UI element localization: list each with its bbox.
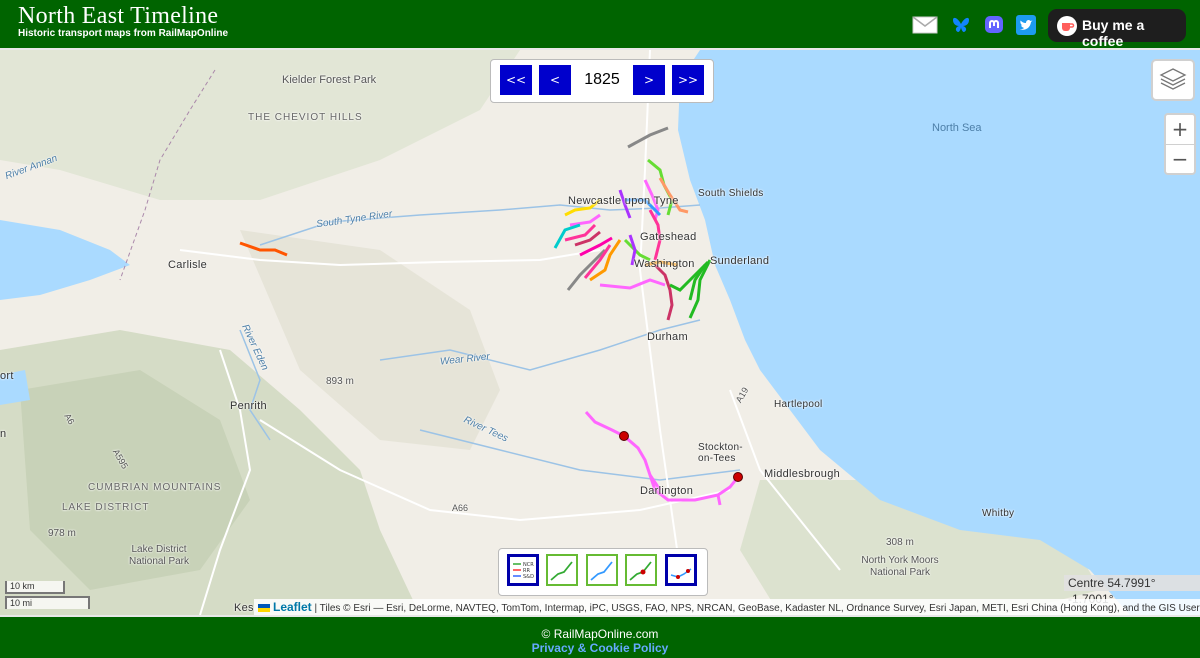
label-middlesbrough: Middlesbrough xyxy=(764,468,841,480)
line-chart-blue-button[interactable] xyxy=(586,554,618,586)
label-cheviot-hills: THE CHEVIOT HILLS xyxy=(248,112,363,123)
label-carlisle: Carlisle xyxy=(168,259,208,271)
label-peak-978: 978 m xyxy=(48,528,76,539)
line-chart-station-button[interactable] xyxy=(625,554,657,586)
privacy-link[interactable]: Privacy & Cookie Policy xyxy=(0,641,1200,655)
scale-km: 10 km xyxy=(5,581,65,594)
first-year-button[interactable]: << xyxy=(500,65,532,95)
year-control: << < 1825 > >> xyxy=(490,59,714,103)
label-edge-port: ort xyxy=(0,370,14,382)
legend-chart-button[interactable]: NCR RR S&D xyxy=(507,554,539,586)
last-year-button[interactable]: >> xyxy=(672,65,704,95)
zoom-in-button[interactable]: + xyxy=(1166,115,1194,145)
label-edge-n: n xyxy=(0,428,7,440)
site-subtitle: Historic transport maps from RailMapOnli… xyxy=(18,28,229,39)
label-edge-kes: Kes xyxy=(234,602,254,614)
label-north-york-moors: North York Moors National Park xyxy=(861,555,939,578)
label-hartlepool: Hartlepool xyxy=(774,399,823,410)
tiles-attribution: | Tiles © Esri — Esri, DeLorme, NAVTEQ, … xyxy=(311,603,1200,614)
site-header: North East Timeline Historic transport m… xyxy=(0,0,1200,50)
zoom-control: + − xyxy=(1164,113,1196,175)
mail-icon[interactable] xyxy=(912,14,938,36)
label-darlington: Darlington xyxy=(640,485,694,497)
scale-mi: 10 mi xyxy=(5,596,90,609)
label-road-a66: A66 xyxy=(452,503,469,513)
zoom-out-button[interactable]: − xyxy=(1166,145,1194,174)
map-attribution: Leaflet | Tiles © Esri — Esri, DeLorme, … xyxy=(254,599,1200,615)
basemap xyxy=(0,50,1200,615)
label-gateshead: Gateshead xyxy=(640,231,697,243)
label-south-shields: South Shields xyxy=(698,188,764,199)
chart-view-control: NCR RR S&D xyxy=(498,548,708,596)
label-newcastle: Newcastle upon Tyne xyxy=(568,195,679,207)
label-penrith: Penrith xyxy=(230,400,267,412)
current-year: 1825 xyxy=(584,71,620,88)
layers-icon[interactable] xyxy=(1151,59,1195,101)
site-footer: © RailMapOnline.com Privacy & Cookie Pol… xyxy=(0,615,1200,658)
legend-label-sd: S&D xyxy=(523,574,534,580)
label-whitby: Whitby xyxy=(982,508,1015,519)
label-lake-district-np: Lake District National Park xyxy=(128,544,190,567)
copyright-text: © RailMapOnline.com xyxy=(541,627,659,641)
map-chart-button[interactable] xyxy=(665,554,697,586)
label-durham: Durham xyxy=(647,331,688,343)
label-kielder: Kielder Forest Park xyxy=(282,74,377,86)
line-chart-green-button[interactable] xyxy=(546,554,578,586)
buy-coffee-button[interactable]: Buy me a coffee xyxy=(1048,9,1186,49)
mastodon-icon[interactable] xyxy=(983,14,1007,36)
map-view[interactable]: Kielder Forest Park THE CHEVIOT HILLS No… xyxy=(0,50,1200,615)
centre-readout: Centre 54.7991° -1.7001° xyxy=(1064,575,1200,606)
twitter-icon[interactable] xyxy=(1015,14,1039,36)
label-sunderland: Sunderland xyxy=(710,255,770,267)
site-title[interactable]: North East Timeline xyxy=(18,3,218,30)
leaflet-link[interactable]: Leaflet xyxy=(273,600,312,614)
label-lake-district: LAKE DISTRICT xyxy=(62,502,150,513)
label-cumbrian-mountains: CUMBRIAN MOUNTAINS xyxy=(88,482,222,493)
label-stockton: Stockton-on-Tees xyxy=(698,442,743,464)
label-peak-893: 893 m xyxy=(326,376,354,387)
label-washington: Washington xyxy=(634,258,695,270)
next-year-button[interactable]: > xyxy=(633,65,665,95)
bluesky-icon[interactable] xyxy=(950,14,974,36)
prev-year-button[interactable]: < xyxy=(539,65,571,95)
ukraine-flag-icon xyxy=(258,604,270,613)
label-peak-308: 308 m xyxy=(886,537,914,548)
buy-coffee-label: Buy me a coffee xyxy=(1082,17,1145,49)
label-north-sea: North Sea xyxy=(932,122,982,134)
coffee-cup-icon xyxy=(1057,16,1077,36)
